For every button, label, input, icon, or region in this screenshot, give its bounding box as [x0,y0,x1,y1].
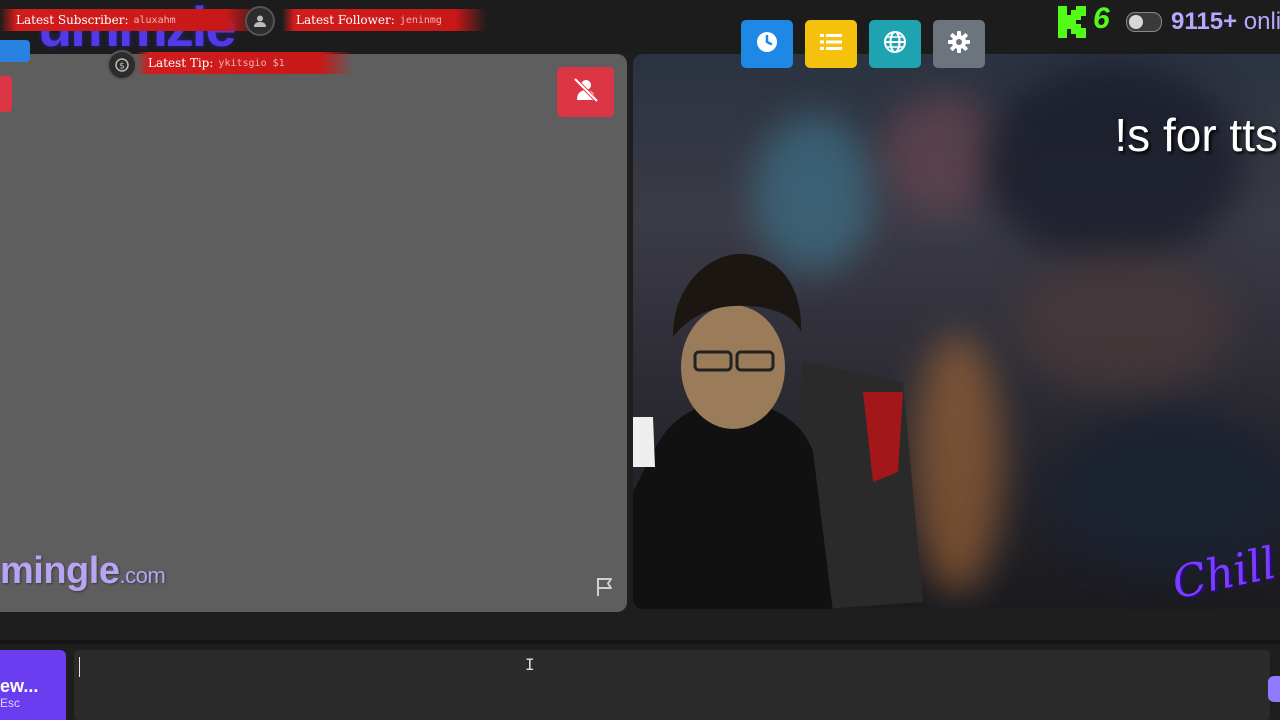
latest-subscriber-banner: Latest Subscriber: aluxahm [0,9,266,31]
latest-subscriber-value: aluxahm [133,14,176,26]
site-logo: mingle.com [0,550,166,593]
dollar-icon: $ [107,50,137,80]
background-blur [983,64,1243,264]
site-logo-suffix: .com [119,563,166,588]
latest-tip-banner: Latest Tip: ykitsgio $1 [136,52,353,74]
skip-button-label: ew... [0,676,39,696]
online-count-label: onli [1237,8,1280,35]
background-blur [1013,254,1233,394]
ibeam-cursor-icon: I [525,655,535,674]
toggle-switch[interactable] [1126,12,1162,32]
stranger-video-panel: mingle.com [0,54,627,612]
tts-overlay-text: !s for tts [1114,109,1278,161]
skip-button-hint: Esc [0,696,21,710]
divider [0,640,1280,644]
latest-tip-label: Latest Tip: [148,56,214,70]
user-slash-icon [572,76,600,109]
history-button[interactable] [741,20,793,68]
kick-count: 6 [1093,2,1110,35]
latest-tip-value: ykitsgio $1 [218,57,285,69]
report-flag-icon[interactable] [594,576,616,603]
red-side-tab [0,76,12,112]
site-logo-text: mingle [0,550,120,592]
blue-side-chip [0,40,30,62]
online-count-number: 9115+ [1171,8,1238,35]
chat-input[interactable] [74,650,1270,720]
online-count: 9115+ onli [1171,8,1280,36]
mute-stranger-button[interactable] [557,67,614,117]
globe-button[interactable] [869,20,921,68]
latest-follower-value: jeninmg [399,14,442,26]
self-video-panel: !s for tts [633,54,1280,609]
skip-button[interactable]: ew... Esc [0,650,66,720]
latest-follower-banner: Latest Follower: jeninmg [282,9,486,31]
list-button[interactable] [805,20,857,68]
settings-button[interactable] [933,20,985,68]
clock-icon [756,31,778,58]
gear-icon [947,30,971,59]
svg-text:$: $ [119,62,125,72]
streamer-silhouette [633,253,923,609]
latest-subscriber-label: Latest Subscriber: [16,13,129,27]
text-caret [79,657,80,677]
send-button[interactable] [1268,676,1280,702]
user-icon [245,6,275,36]
list-icon [819,31,843,58]
latest-follower-label: Latest Follower: [296,13,395,27]
kick-logo-icon [1058,6,1086,38]
globe-icon [883,30,907,59]
toggle-knob [1129,15,1143,29]
